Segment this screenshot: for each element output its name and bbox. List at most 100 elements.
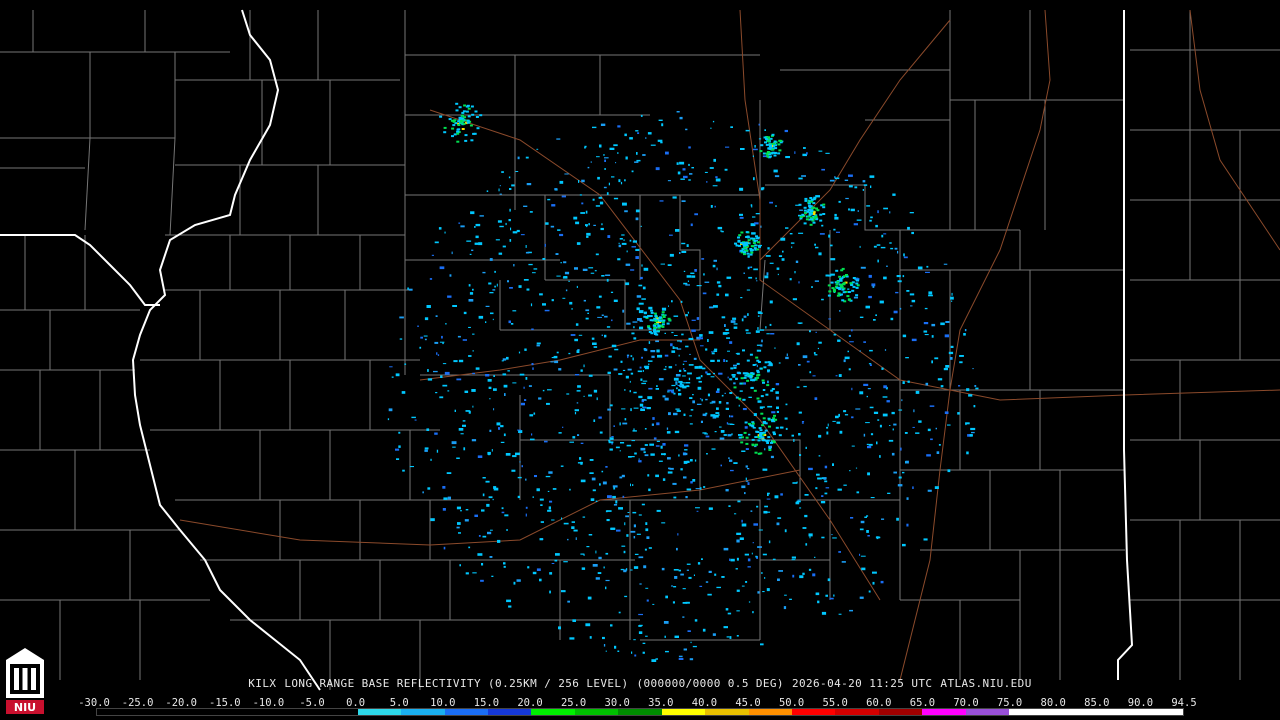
radar-echo <box>757 439 761 442</box>
radar-echo <box>622 422 628 425</box>
radar-echo <box>765 393 769 396</box>
radar-echo <box>655 167 660 171</box>
radar-echo <box>741 519 743 523</box>
radar-echo <box>683 648 687 651</box>
radar-echo <box>652 603 655 605</box>
radar-echo <box>809 371 812 374</box>
radar-echo <box>640 378 643 381</box>
radar-echo <box>945 365 950 368</box>
radar-echo <box>872 285 875 288</box>
radar-echo <box>873 411 879 414</box>
radar-echo <box>923 330 928 333</box>
radar-echo <box>759 329 764 331</box>
radar-echo <box>664 332 666 334</box>
radar-echo <box>510 323 514 325</box>
radar-echo <box>750 204 752 207</box>
radar-echo <box>705 371 708 374</box>
radar-echo <box>689 353 691 355</box>
radar-echo <box>767 361 771 364</box>
radar-echo <box>679 116 683 120</box>
radar-echo <box>451 135 454 138</box>
radar-echo <box>872 571 877 574</box>
radar-echo <box>848 334 851 337</box>
radar-echo <box>505 222 507 226</box>
radar-echo <box>705 348 708 351</box>
radar-echo <box>627 368 632 371</box>
radar-echo <box>561 195 566 198</box>
radar-echo <box>605 274 611 276</box>
radar-echo <box>591 477 596 481</box>
radar-echo <box>897 250 899 254</box>
radar-echo <box>481 509 485 512</box>
radar-echo <box>672 196 677 199</box>
radar-echo <box>683 360 687 362</box>
radar-echo <box>766 441 769 444</box>
radar-echo <box>613 368 618 371</box>
radar-echo <box>680 178 685 180</box>
scale-swatch <box>574 709 619 715</box>
radar-echo <box>443 546 446 550</box>
radar-echo <box>636 152 638 155</box>
radar-echo <box>644 548 647 551</box>
radar-echo <box>926 454 931 457</box>
radar-echo <box>533 268 538 270</box>
radar-echo <box>623 569 627 573</box>
radar-echo <box>589 459 594 461</box>
radar-echo <box>809 216 813 219</box>
radar-echo <box>764 361 768 364</box>
radar-echo <box>808 533 813 537</box>
radar-echo <box>745 329 749 332</box>
radar-echo <box>659 319 662 322</box>
radar-echo <box>790 242 795 244</box>
radar-echo <box>879 300 884 304</box>
radar-echo <box>567 538 569 541</box>
radar-echo <box>806 360 810 363</box>
radar-echo <box>925 271 930 273</box>
radar-echo <box>643 267 649 271</box>
radar-echo <box>825 594 828 597</box>
radar-echo <box>490 312 494 315</box>
radar-echo <box>488 496 493 499</box>
radar-echo <box>831 534 833 536</box>
radar-echo <box>571 308 573 310</box>
radar-echo <box>654 318 658 321</box>
radar-echo <box>881 367 884 370</box>
radar-echo <box>742 408 747 411</box>
radar-echo <box>417 325 419 327</box>
radar-echo <box>516 229 520 233</box>
scale-swatch <box>140 709 184 715</box>
radar-echo <box>648 306 653 310</box>
radar-echo <box>624 418 627 421</box>
radar-echo <box>692 394 694 396</box>
radar-echo <box>477 455 483 458</box>
radar-echo <box>648 387 653 390</box>
radar-echo <box>733 382 736 385</box>
radar-echo <box>468 326 471 328</box>
radar-echo <box>821 611 827 615</box>
radar-echo <box>452 124 456 127</box>
radar-echo <box>901 399 903 402</box>
radar-echo <box>494 285 496 288</box>
radar-echo <box>466 240 472 242</box>
radar-echo <box>609 437 614 440</box>
radar-echo <box>767 136 770 139</box>
radar-echo <box>776 267 780 270</box>
radar-echo <box>581 179 585 183</box>
radar-echo <box>743 246 747 249</box>
radar-echo <box>569 637 575 640</box>
radar-echo <box>461 111 465 114</box>
radar-echo <box>525 506 528 509</box>
radar-echo <box>698 380 702 383</box>
radar-echo <box>693 357 697 360</box>
radar-echo <box>832 537 837 539</box>
radar-echo <box>898 409 903 411</box>
radar-echo <box>449 274 452 277</box>
radar-echo <box>699 398 702 400</box>
radar-echo <box>677 340 682 342</box>
radar-echo <box>678 655 683 658</box>
radar-echo <box>902 275 905 278</box>
radar-echo <box>641 382 646 385</box>
radar-echo <box>767 493 769 496</box>
radar-echo <box>705 412 708 415</box>
radar-echo <box>867 535 870 537</box>
